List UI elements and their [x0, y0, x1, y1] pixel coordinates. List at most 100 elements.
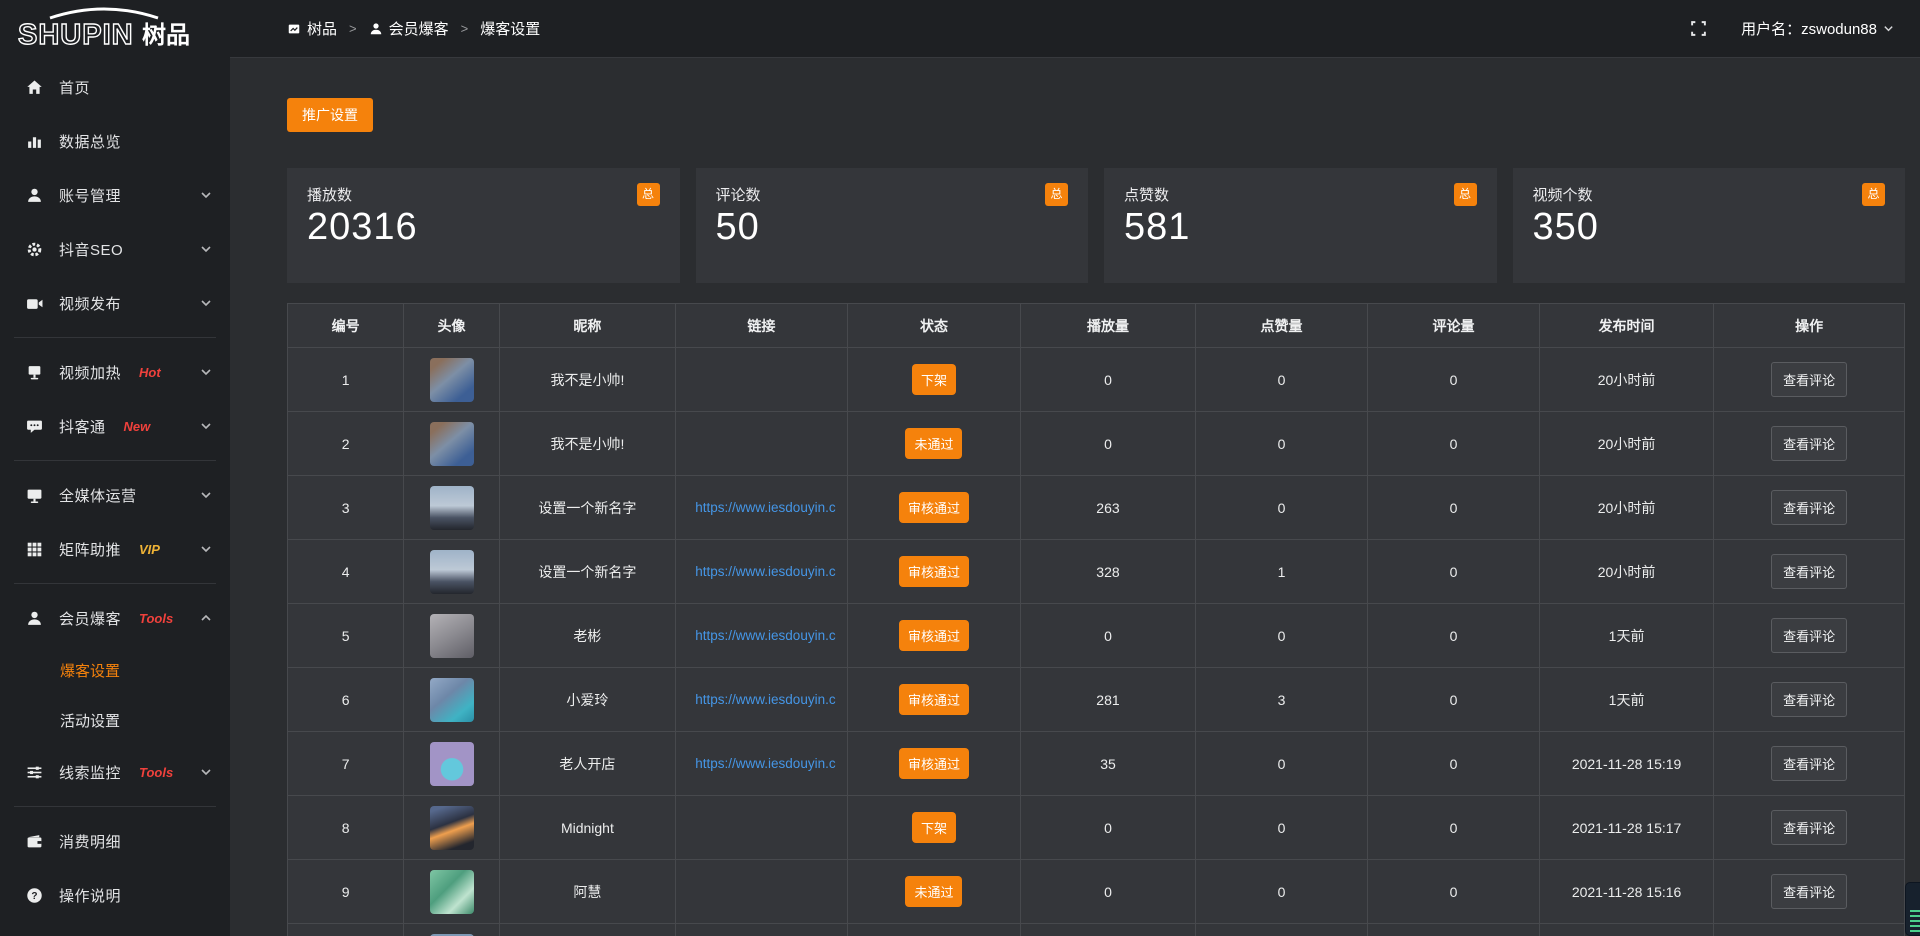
sidebar-divider [14, 337, 216, 338]
sidebar-item-badge: VIP [139, 542, 160, 557]
view-comments-button[interactable]: 查看评论 [1771, 618, 1847, 653]
cell-time: 20小时前 [1598, 564, 1656, 580]
view-comments-button[interactable]: 查看评论 [1771, 874, 1847, 909]
cell-comments: 0 [1450, 372, 1458, 388]
sidebar: SHUPIN 树品 首页 数据总览 账号管理 抖音SEO 视频发布 视频加热 H… [0, 0, 230, 936]
sidebar-item-badge: Tools [139, 765, 173, 780]
cell-likes: 0 [1278, 884, 1286, 900]
chevron-down-icon [200, 243, 212, 255]
cell-plays: 0 [1104, 628, 1112, 644]
cell-time: 1天前 [1609, 692, 1645, 708]
stat-total-badge: 总 [1045, 183, 1068, 206]
sidebar-item-3[interactable]: 抖音SEO [0, 222, 230, 276]
stat-card: 视频个数 总 350 [1513, 168, 1906, 283]
cell-id: 3 [342, 500, 350, 516]
floating-widget[interactable] [1905, 882, 1920, 936]
view-comments-button[interactable]: 查看评论 [1771, 362, 1847, 397]
table-row: 7 老人开店 https://www.iesdouyin.c 审核通过 35 0… [288, 732, 1905, 796]
table-row: 5 老彬 https://www.iesdouyin.c 审核通过 0 0 0 … [288, 604, 1905, 668]
stat-total-badge: 总 [1862, 183, 1885, 206]
cell-id: 8 [342, 820, 350, 836]
sidebar-item-16[interactable]: ? 操作说明 [0, 868, 230, 922]
help-icon: ? [26, 887, 43, 904]
column-header: 操作 [1714, 304, 1905, 348]
cell-time: 20小时前 [1598, 436, 1656, 452]
sidebar-divider [14, 806, 216, 807]
chevron-down-icon [200, 489, 212, 501]
row-link[interactable]: https://www.iesdouyin.c [676, 628, 847, 643]
cell-likes: 0 [1278, 820, 1286, 836]
cell-time: 20小时前 [1598, 500, 1656, 516]
sidebar-subitem[interactable]: 活动设置 [0, 695, 230, 745]
fullscreen-icon[interactable] [1690, 20, 1707, 37]
table-row: 6 小爱玲 https://www.iesdouyin.c 审核通过 281 3… [288, 668, 1905, 732]
video-icon [26, 295, 43, 312]
cell-id: 7 [342, 756, 350, 772]
status-badge: 审核通过 [899, 620, 969, 651]
view-comments-button[interactable]: 查看评论 [1771, 426, 1847, 461]
view-comments-button[interactable]: 查看评论 [1771, 810, 1847, 845]
status-badge: 未通过 [905, 876, 962, 907]
sidebar-item-15[interactable]: 消费明细 [0, 814, 230, 868]
gear-icon [26, 241, 43, 258]
table-row: 2 我不是小帅! 未通过 0 0 0 20小时前 查看评论 [288, 412, 1905, 476]
cell-id: 6 [342, 692, 350, 708]
row-link[interactable]: https://www.iesdouyin.c [676, 692, 847, 707]
row-link[interactable]: https://www.iesdouyin.c [676, 564, 847, 579]
column-header: 编号 [288, 304, 404, 348]
view-comments-button[interactable]: 查看评论 [1771, 490, 1847, 525]
status-badge: 未通过 [905, 428, 962, 459]
sidebar-item-12[interactable]: 会员爆客 Tools [0, 591, 230, 645]
sidebar-item-6[interactable]: 视频加热 Hot [0, 345, 230, 399]
sidebar-item-13[interactable]: 线索监控 Tools [0, 745, 230, 799]
cell-nickname: 老彬 [573, 628, 601, 644]
avatar [430, 486, 474, 530]
cell-nickname: 设置一个新名字 [538, 564, 636, 580]
breadcrumb-item[interactable]: 爆客设置 [480, 18, 540, 39]
sidebar-item-0[interactable]: 首页 [0, 60, 230, 114]
view-comments-button[interactable]: 查看评论 [1771, 554, 1847, 589]
chevron-up-icon [200, 612, 212, 624]
table-header-row: 编号头像昵称链接状态播放量点赞量评论量发布时间操作 [288, 304, 1905, 348]
cell-time: 2021-11-28 15:16 [1572, 884, 1682, 900]
member-icon [26, 610, 43, 627]
sidebar-item-10[interactable]: 矩阵助推 VIP [0, 522, 230, 576]
status-badge: 审核通过 [899, 684, 969, 715]
cell-plays: 281 [1096, 692, 1119, 708]
stat-label: 评论数 [716, 184, 761, 205]
row-link[interactable]: https://www.iesdouyin.c [676, 500, 847, 515]
row-link[interactable]: https://www.iesdouyin.c [676, 756, 847, 771]
stat-cards: 播放数 总 20316 评论数 总 50 点赞数 总 581 视频个数 总 35… [287, 168, 1905, 283]
breadcrumb-item[interactable]: 会员爆客 [369, 18, 449, 39]
logo-text-cn: 树品 [142, 22, 190, 49]
column-header: 播放量 [1021, 304, 1196, 348]
sidebar-subitem-active[interactable]: 爆客设置 [0, 645, 230, 695]
sidebar-item-7[interactable]: 抖客通 New [0, 399, 230, 453]
cell-likes: 0 [1278, 756, 1286, 772]
stat-card: 播放数 总 20316 [287, 168, 680, 283]
promo-settings-button[interactable]: 推广设置 [287, 98, 373, 132]
view-comments-button[interactable]: 查看评论 [1771, 682, 1847, 717]
cell-comments: 0 [1450, 436, 1458, 452]
cell-plays: 0 [1104, 820, 1112, 836]
sidebar-item-1[interactable]: 数据总览 [0, 114, 230, 168]
sidebar-item-2[interactable]: 账号管理 [0, 168, 230, 222]
cell-id: 5 [342, 628, 350, 644]
chevron-down-icon [200, 366, 212, 378]
widget-stripes-icon [1910, 910, 1920, 932]
table-row: 3 设置一个新名字 https://www.iesdouyin.c 审核通过 2… [288, 476, 1905, 540]
app-logo[interactable]: SHUPIN 树品 [0, 0, 230, 58]
stat-label: 点赞数 [1124, 184, 1169, 205]
column-header: 状态 [847, 304, 1021, 348]
table-row: 8 Midnight 下架 0 0 0 2021-11-28 15:17 查看评… [288, 796, 1905, 860]
user-menu[interactable]: 用户名：zswodun88 [1741, 18, 1894, 39]
cell-likes: 0 [1278, 628, 1286, 644]
view-comments-button[interactable]: 查看评论 [1771, 746, 1847, 781]
stat-label: 视频个数 [1533, 184, 1593, 205]
breadcrumb-item[interactable]: 树品 [287, 18, 337, 39]
user-icon [26, 187, 43, 204]
sidebar-nav: 首页 数据总览 账号管理 抖音SEO 视频发布 视频加热 Hot 抖客通 New… [0, 58, 230, 922]
sidebar-item-9[interactable]: 全媒体运营 [0, 468, 230, 522]
sidebar-item-4[interactable]: 视频发布 [0, 276, 230, 330]
cell-plays: 263 [1096, 500, 1119, 516]
